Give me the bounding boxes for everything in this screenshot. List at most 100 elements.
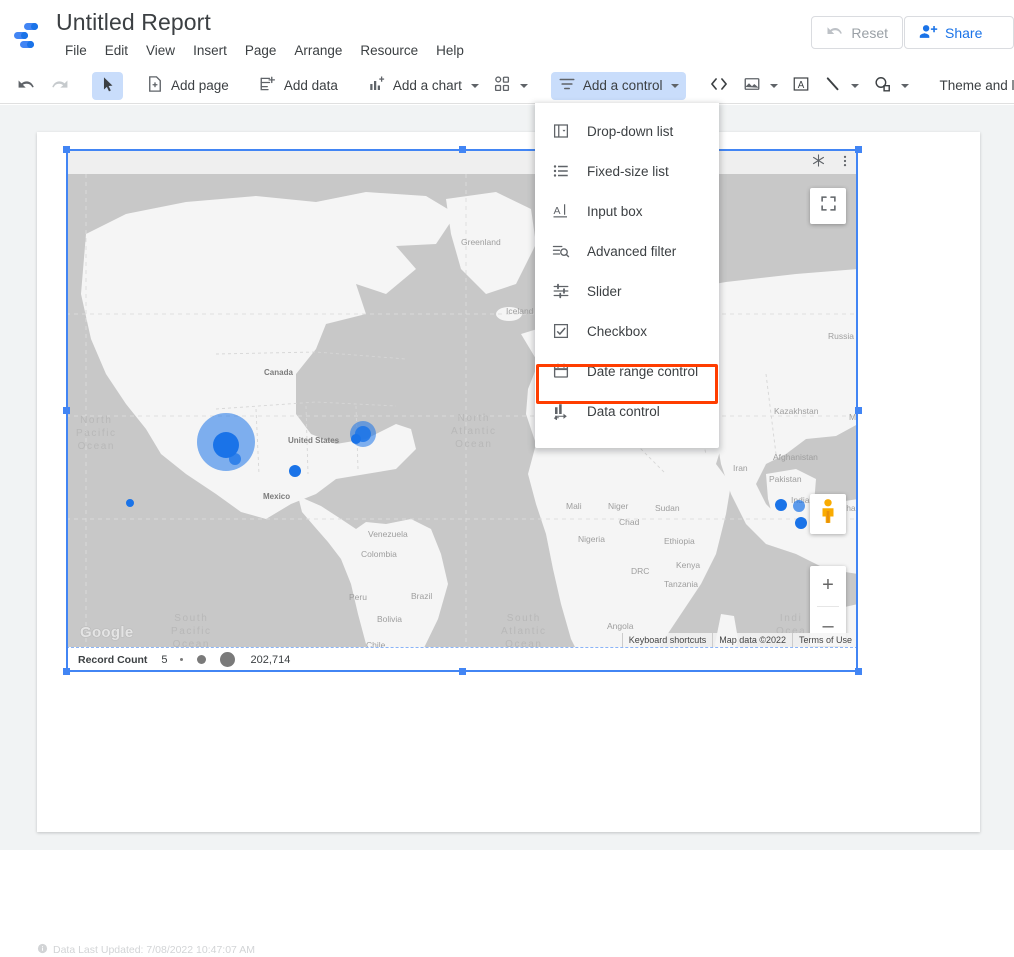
menu-item-advanced-filter[interactable]: Advanced filter — [535, 231, 719, 271]
add-page-label: Add page — [171, 78, 229, 93]
add-control-button[interactable]: Add a control — [550, 71, 687, 100]
more-vert-icon[interactable] — [838, 154, 852, 173]
map-ocean-label: South Pacific Ocean — [171, 613, 212, 647]
pegman-button[interactable] — [810, 494, 846, 534]
reset-label: Reset — [851, 24, 888, 41]
map-label: Kazakhstan — [774, 406, 819, 416]
menu-item-drop-down-list[interactable]: Drop-down list — [535, 111, 719, 151]
google-map[interactable]: Greenland Iceland Canada United States Mexic… — [66, 174, 858, 647]
menu-item-label: Slider — [587, 283, 622, 299]
community-visualizations-button[interactable] — [486, 72, 535, 100]
map-label: Peru — [349, 592, 367, 602]
add-page-button[interactable]: Add page — [139, 72, 236, 100]
selection-handle-tl[interactable] — [63, 146, 70, 153]
looker-studio-logo[interactable] — [12, 22, 46, 50]
dropdown-list-icon — [551, 121, 571, 141]
map-label: United States — [288, 436, 340, 445]
theme-and-layout-button[interactable]: Theme and layout — [932, 72, 1014, 100]
menu-file[interactable]: File — [56, 41, 96, 60]
selection-handle-bc[interactable] — [459, 668, 466, 675]
pegman-street-view-icon — [817, 498, 839, 530]
map-label: Greenland — [461, 237, 501, 247]
map-bubble[interactable] — [351, 434, 361, 444]
menu-item-label: Checkbox — [587, 323, 648, 339]
map-label: Brazil — [411, 591, 433, 601]
map-label: Mexico — [263, 492, 291, 501]
sparkle-explore-icon[interactable] — [811, 153, 826, 173]
data-last-updated-note: Data Last Updated: 7/08/2022 10:47:07 AM — [37, 943, 255, 957]
reset-button[interactable]: Reset — [811, 16, 903, 49]
map-label: Pakistan — [769, 474, 802, 484]
selection-handle-tc[interactable] — [459, 146, 466, 153]
terms-of-use-link[interactable]: Terms of Use — [791, 633, 858, 647]
report-title[interactable]: Untitled Report — [56, 9, 211, 36]
menu-item-data-control[interactable]: Data control — [535, 391, 719, 431]
menu-item-label: Drop-down list — [587, 123, 674, 139]
selection-guide-bottom — [66, 647, 858, 648]
legend-dot-large — [219, 652, 235, 667]
menu-edit[interactable]: Edit — [96, 41, 137, 60]
menu-item-fixed-size-list[interactable]: Fixed-size list — [535, 151, 719, 191]
menu-item-checkbox[interactable]: Checkbox — [535, 311, 719, 351]
chevron-down-icon — [519, 83, 528, 88]
image-icon — [743, 75, 761, 96]
add-data-label: Add data — [283, 78, 338, 93]
embed-code-icon — [709, 74, 729, 97]
share-label: Share — [945, 24, 983, 41]
map-label: Bolivia — [377, 614, 403, 624]
map-bubble[interactable] — [126, 499, 134, 507]
menu-help[interactable]: Help — [427, 41, 473, 60]
geo-bubble-map-chart[interactable]: Greenland Iceland Canada United States Mexic… — [66, 149, 858, 672]
fullscreen-button[interactable] — [810, 188, 846, 224]
add-line-button[interactable] — [817, 72, 866, 100]
menu-resource[interactable]: Resource — [351, 41, 427, 60]
app-header: Untitled Report File Edit View Insert Pa… — [0, 0, 1014, 68]
map-bubble[interactable] — [775, 499, 787, 511]
bar-chart-plus-icon — [368, 75, 386, 96]
map-label: Mali — [566, 501, 582, 511]
add-control-dropdown-menu[interactable]: Drop-down list Fixed-size list A Input b… — [535, 103, 719, 448]
menu-item-input-box[interactable]: A Input box — [535, 191, 719, 231]
keyboard-shortcuts-link[interactable]: Keyboard shortcuts — [621, 633, 713, 647]
menu-arrange[interactable]: Arrange — [285, 41, 351, 60]
add-data-button[interactable]: Add data — [252, 72, 345, 100]
map-ocean-label: South Atlantic Ocean — [501, 613, 547, 647]
selection-handle-mr[interactable] — [855, 407, 862, 414]
selection-handle-tr[interactable] — [855, 146, 862, 153]
data-last-updated-text: Data Last Updated: 7/08/2022 10:47:07 AM — [53, 944, 255, 956]
selection-handle-bl[interactable] — [63, 668, 70, 675]
undo-arrow-icon — [826, 22, 844, 43]
menu-view[interactable]: View — [137, 41, 184, 60]
map-label: Tanzania — [664, 579, 699, 589]
redo-button[interactable] — [43, 72, 76, 100]
menu-page[interactable]: Page — [236, 41, 286, 60]
menu-item-slider[interactable]: Slider — [535, 271, 719, 311]
undo-button[interactable] — [10, 72, 43, 100]
menu-insert[interactable]: Insert — [184, 41, 236, 60]
embed-button[interactable] — [702, 72, 736, 100]
add-image-button[interactable] — [736, 72, 785, 100]
slider-icon — [551, 281, 571, 301]
map-label: Kenya — [676, 560, 701, 570]
menu-item-date-range-control[interactable]: Date range control — [535, 351, 719, 391]
legend-title: Record Count — [78, 653, 148, 666]
map-bubble[interactable] — [793, 500, 805, 512]
map-bubble[interactable] — [229, 453, 241, 465]
report-canvas[interactable]: Greenland Iceland Canada United States Mexic… — [37, 132, 980, 832]
selection-handle-ml[interactable] — [63, 407, 70, 414]
legend-dot-small — [179, 658, 183, 661]
chevron-down-icon — [770, 83, 779, 88]
map-bubble[interactable] — [289, 465, 301, 477]
map-label: Iceland — [506, 306, 534, 316]
add-chart-button[interactable]: Add a chart — [361, 72, 486, 100]
person-add-icon — [919, 22, 938, 44]
share-button[interactable]: Share — [904, 16, 1014, 49]
select-tool-button[interactable] — [92, 71, 123, 100]
checkbox-icon — [551, 321, 571, 341]
selection-handle-br[interactable] — [855, 668, 862, 675]
legend-max-value: 202,714 — [250, 653, 291, 666]
map-bubble[interactable] — [795, 517, 807, 529]
add-text-button[interactable]: A — [785, 72, 817, 100]
zoom-in-button[interactable]: + — [810, 566, 846, 606]
add-shape-button[interactable] — [866, 72, 916, 100]
